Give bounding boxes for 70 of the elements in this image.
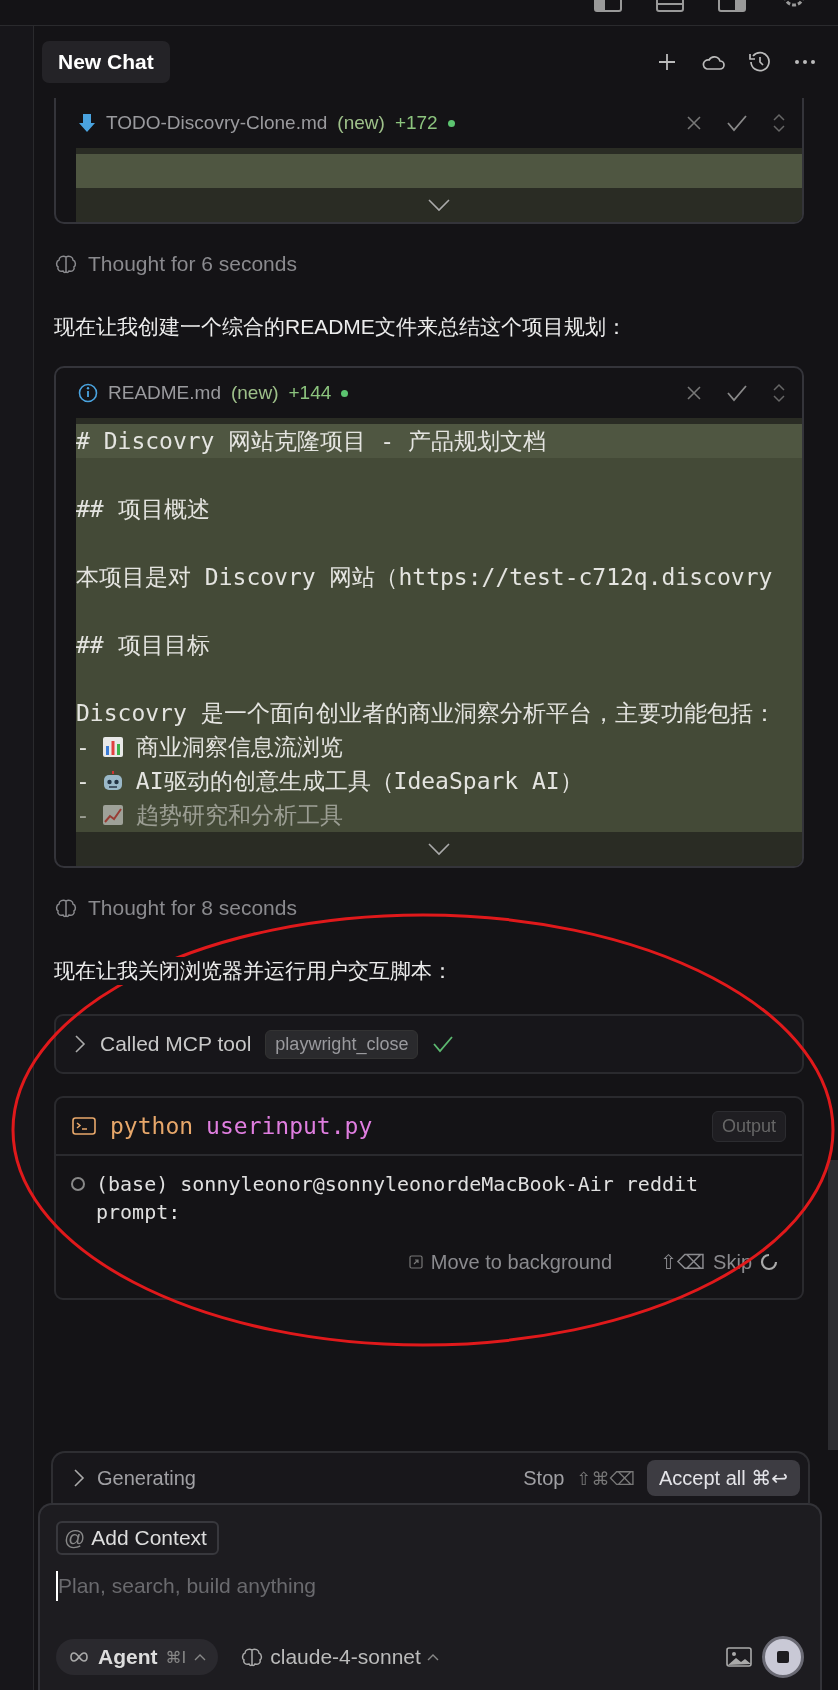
background-icon[interactable] xyxy=(408,1255,423,1269)
terminal-output-line: prompt: xyxy=(96,1199,182,1226)
command-text: python xyxy=(110,1113,194,1139)
unsaved-dot xyxy=(447,119,455,127)
stop-shortcut: ⇧⌘⌫ xyxy=(576,1467,635,1489)
code-line: # Discovry 网站克隆项目 - 产品规划文档 xyxy=(76,426,546,456)
expand-icon[interactable] xyxy=(772,112,786,134)
arrow-down-icon xyxy=(78,113,96,133)
history-icon[interactable] xyxy=(748,50,772,74)
caret-up-icon[interactable] xyxy=(194,1653,207,1661)
stop-generation-button[interactable] xyxy=(762,1636,804,1678)
brain-icon xyxy=(54,898,78,918)
terminal-output-line: (base) sonnyleonor@sonnyleonordeMacBook-Air reddit xyxy=(96,1171,699,1198)
chevron-right-icon[interactable] xyxy=(74,1034,86,1054)
chevron-down-icon[interactable] xyxy=(427,198,451,212)
added-count: +172 xyxy=(394,112,438,134)
list-marker: - xyxy=(76,768,90,794)
code-line: 商业洞察信息流浏览 xyxy=(135,732,343,762)
stop-button[interactable]: Stop xyxy=(523,1466,565,1490)
skip-shortcut: ⇧⌫ xyxy=(660,1250,706,1274)
tool-call-row[interactable]: Called MCP tool playwright_close xyxy=(54,1014,804,1074)
add-context-button[interactable]: @ Add Context xyxy=(56,1521,219,1555)
accept-icon[interactable] xyxy=(726,114,748,132)
code-line: Discovry 是一个面向创业者的商业洞察分析平台，主要功能包括： xyxy=(76,698,776,728)
code-line: 趋势研究和分析工具 xyxy=(135,800,343,830)
robot-icon xyxy=(101,770,124,792)
accept-icon[interactable] xyxy=(726,384,748,402)
generating-label[interactable]: Generating xyxy=(97,1466,196,1490)
image-icon[interactable] xyxy=(726,1646,752,1668)
chevron-down-icon[interactable] xyxy=(427,842,451,856)
new-chat-icon[interactable] xyxy=(656,51,678,73)
code-line: ## 项目目标 xyxy=(76,630,210,660)
close-icon[interactable] xyxy=(686,115,702,131)
thought-label[interactable]: Thought for 8 seconds xyxy=(88,896,297,920)
list-marker: - xyxy=(76,734,90,760)
tool-name-tag: playwright_close xyxy=(265,1029,419,1059)
agent-mode-selector[interactable]: Agent ⌘I xyxy=(56,1639,219,1675)
more-icon[interactable] xyxy=(794,59,816,65)
added-count: +144 xyxy=(288,382,332,404)
code-line: ## 项目概述 xyxy=(76,494,210,524)
terminal-icon xyxy=(72,1116,96,1136)
trend-chart-icon xyxy=(101,804,124,826)
done-check-icon[interactable] xyxy=(432,1035,455,1053)
close-icon[interactable] xyxy=(686,385,702,401)
chat-tab[interactable]: New Chat xyxy=(42,41,170,83)
status-circle-icon xyxy=(70,1176,86,1192)
thought-label[interactable]: Thought for 6 seconds xyxy=(88,252,297,276)
bar-chart-icon xyxy=(101,736,124,758)
chat-input[interactable]: Plan, search, build anything xyxy=(56,1571,806,1601)
file-name[interactable]: TODO-Discovry-Clone.md xyxy=(106,112,328,134)
code-line: 本项目是对 Discovry 网站（https://test-c712q.discovry xyxy=(76,562,773,592)
info-icon xyxy=(78,383,98,403)
unsaved-dot xyxy=(341,389,349,397)
file-name[interactable]: README.md xyxy=(108,382,221,404)
move-to-background-button[interactable]: Move to background xyxy=(430,1250,613,1274)
file-status: (new) xyxy=(337,112,385,134)
model-selector[interactable]: claude-4-sonnet xyxy=(234,1644,445,1670)
brain-icon xyxy=(240,1647,265,1667)
command-argument: userinput.py xyxy=(206,1113,373,1139)
code-line: AI驱动的创意生成工具（IdeaSpark AI） xyxy=(135,766,583,796)
list-marker: - xyxy=(76,802,90,828)
chevron-right-icon[interactable] xyxy=(73,1468,85,1488)
caret-up-icon[interactable] xyxy=(426,1653,439,1661)
brain-icon xyxy=(54,254,78,274)
accept-all-button[interactable]: Accept all ⌘↩ xyxy=(646,1460,800,1496)
scrollbar[interactable] xyxy=(828,1160,838,1450)
tool-call-label: Called MCP tool xyxy=(100,1032,252,1056)
file-status: (new) xyxy=(230,382,279,404)
expand-icon[interactable] xyxy=(772,382,786,404)
infinity-icon xyxy=(68,1651,90,1663)
